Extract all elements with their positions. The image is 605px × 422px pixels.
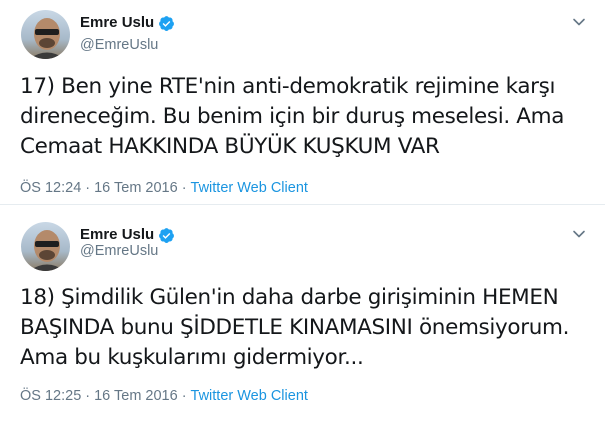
chevron-down-icon[interactable]: [571, 226, 587, 242]
tweet-meta: ÖS 12:25 · 16 Tem 2016 · Twitter Web Client: [20, 387, 308, 405]
meta-separator: ·: [181, 388, 187, 404]
tweet-text-line: Cemaat HAKKINDA BÜYÜK KUŞKUM VAR: [20, 134, 440, 159]
tweet-date[interactable]: 16 Tem 2016: [94, 180, 178, 196]
tweet-text-line: direneceğim. Bu benim için bir duruş mes…: [20, 104, 565, 129]
meta-separator: ·: [85, 180, 91, 196]
tweet-date[interactable]: 16 Tem 2016: [94, 388, 178, 404]
tweet-text: 18) Şimdilik Gülen'in daha darbe girişim…: [20, 283, 590, 373]
tweet-client-link[interactable]: Twitter Web Client: [191, 388, 308, 404]
tweet-text-line: Ama bu kuşkularımı gidermiyor...: [20, 345, 364, 370]
author-name[interactable]: Emre Uslu: [80, 13, 154, 33]
tweet-meta: ÖS 12:24 · 16 Tem 2016 · Twitter Web Client: [20, 179, 308, 197]
tweet-client-link[interactable]: Twitter Web Client: [191, 180, 308, 196]
tweet-time[interactable]: ÖS 12:24: [20, 180, 81, 196]
meta-separator: ·: [181, 180, 187, 196]
meta-separator: ·: [85, 388, 91, 404]
tweet-time[interactable]: ÖS 12:25: [20, 388, 81, 404]
tweet-text-line: 17) Ben yine RTE'nin anti-demokratik rej…: [20, 74, 556, 99]
author-handle[interactable]: @EmreUslu: [80, 242, 158, 260]
verified-badge-icon: [158, 15, 175, 32]
tweet-text-line: 18) Şimdilik Gülen'in daha darbe girişim…: [20, 285, 559, 310]
tweet: Emre Uslu @EmreUslu 18) Şimdilik Gülen'i…: [0, 205, 605, 422]
author-handle[interactable]: @EmreUslu: [80, 36, 158, 54]
tweet-text-line: BAŞINDA bunu ŞİDDETLE KINAMASINI önemsiy…: [20, 315, 570, 340]
verified-badge-icon: [158, 227, 175, 244]
tweet-text: 17) Ben yine RTE'nin anti-demokratik rej…: [20, 72, 590, 162]
avatar[interactable]: [21, 10, 70, 59]
chevron-down-icon[interactable]: [571, 14, 587, 30]
avatar[interactable]: [21, 222, 70, 271]
author-row[interactable]: Emre Uslu: [80, 13, 175, 33]
tweet: Emre Uslu @EmreUslu 17) Ben yine RTE'nin…: [0, 0, 605, 205]
